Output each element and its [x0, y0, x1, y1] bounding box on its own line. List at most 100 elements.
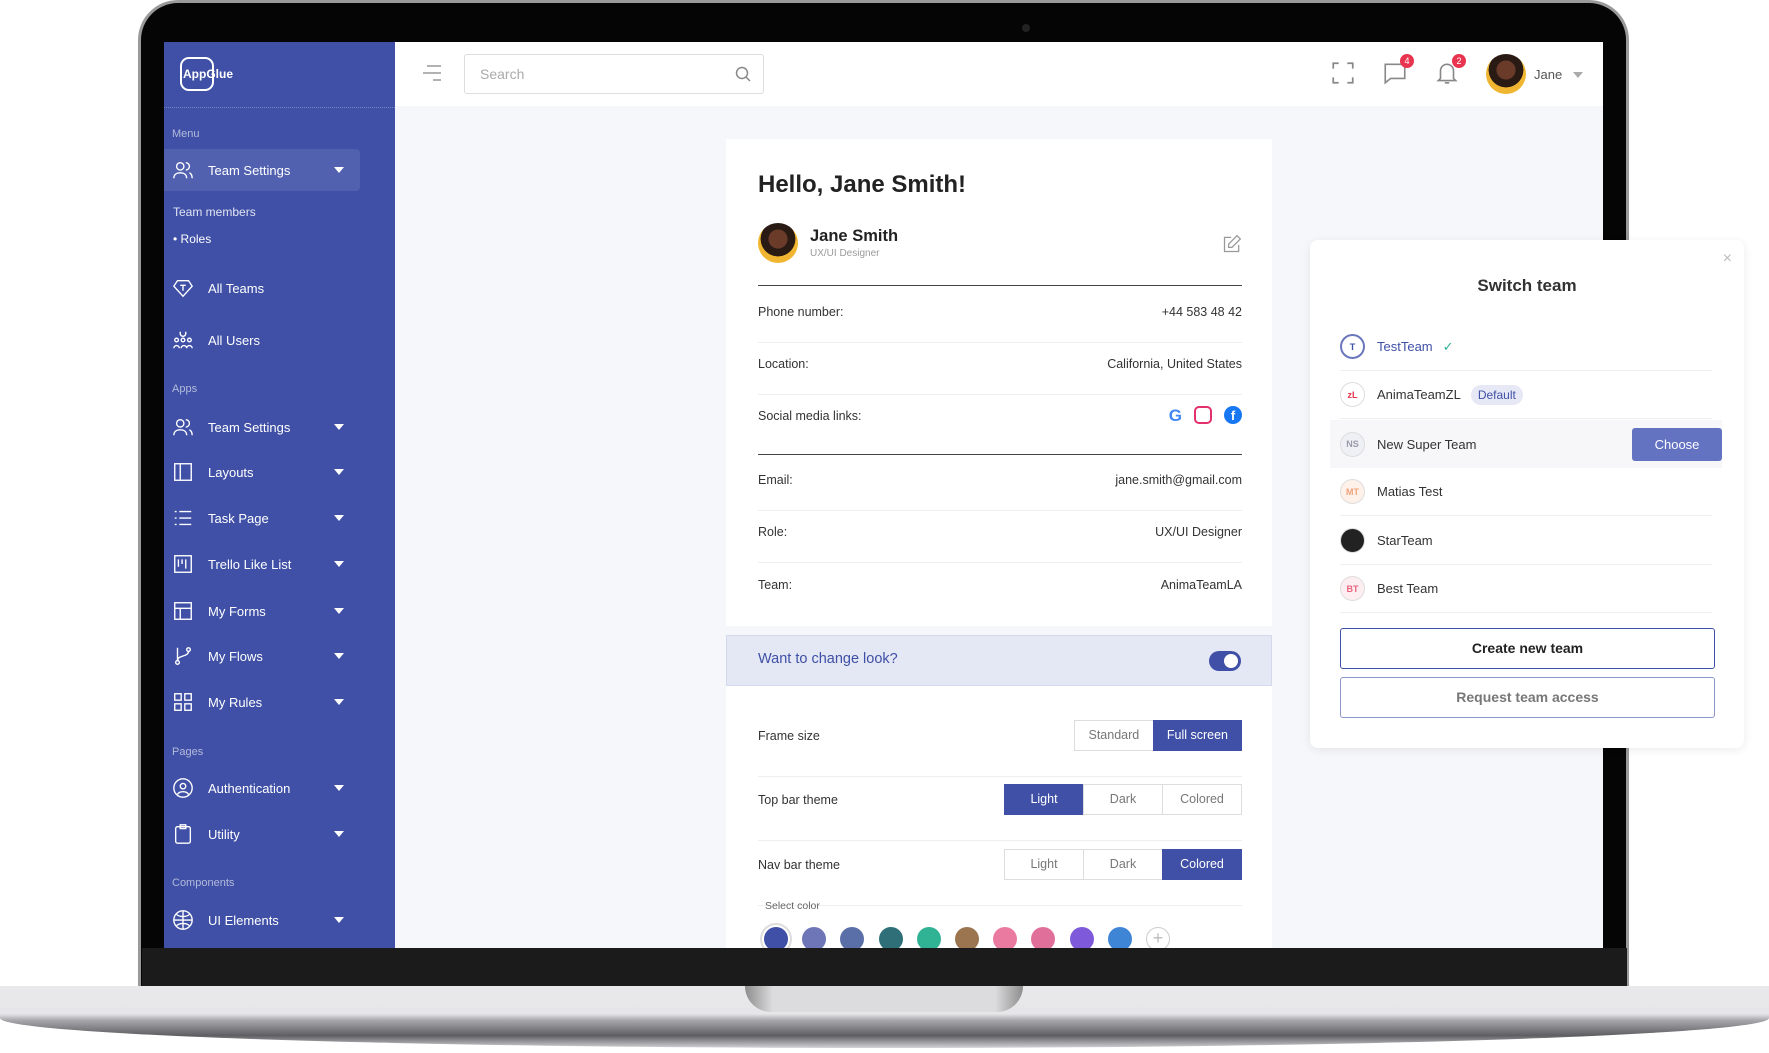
- sidebar-item-ui-elements[interactable]: UI Elements: [164, 899, 360, 941]
- sidebar-item-label: Task Page: [208, 510, 269, 526]
- instagram-icon[interactable]: [1194, 406, 1212, 424]
- divider: [758, 562, 1242, 563]
- team-name: AnimaTeamZL: [1377, 387, 1461, 402]
- color-swatch[interactable]: [764, 927, 788, 948]
- option-colored[interactable]: Colored: [1162, 784, 1242, 815]
- team-avatar: [1340, 528, 1365, 553]
- change-look-label: Want to change look?: [758, 651, 898, 667]
- choose-team-button[interactable]: Choose: [1632, 427, 1722, 461]
- color-swatch[interactable]: [1107, 927, 1132, 948]
- sidebar-item-label: My Forms: [208, 603, 266, 619]
- field-label: Social media links:: [758, 409, 862, 423]
- color-swatch[interactable]: [802, 927, 827, 948]
- submenu-team-members[interactable]: Team members: [173, 205, 256, 219]
- team-row[interactable]: StarTeam: [1340, 517, 1712, 565]
- clipboard-icon: [174, 824, 192, 844]
- nav_bar_theme-button-group: Light Dark Colored: [1004, 849, 1242, 880]
- color-swatch[interactable]: [1069, 927, 1094, 948]
- team-avatar: NS: [1340, 431, 1365, 457]
- field-row: Team: AnimaTeamLA: [758, 575, 1242, 595]
- setting-frame_size: Frame size Standard Full screen: [758, 720, 1242, 751]
- chevron-down-icon: [334, 608, 344, 614]
- option-colored[interactable]: Colored: [1162, 849, 1242, 880]
- color-swatch[interactable]: [916, 927, 941, 948]
- top-bar: Search 4 2 Jane: [395, 42, 1603, 106]
- divider: [164, 107, 395, 108]
- user-circle-icon: [173, 778, 193, 798]
- search-input[interactable]: Search: [464, 54, 764, 94]
- team-row[interactable]: T TestTeam ✓: [1340, 323, 1712, 371]
- sidebar-item-label: Team Settings: [208, 419, 291, 435]
- close-icon[interactable]: ×: [1723, 250, 1732, 268]
- chevron-down-icon: [334, 785, 344, 791]
- option-light[interactable]: Light: [1004, 849, 1084, 880]
- google-icon[interactable]: G: [1169, 406, 1182, 426]
- color-swatch[interactable]: [840, 927, 865, 948]
- sidebar-item-utility[interactable]: Utility: [164, 813, 360, 855]
- users-icon: [173, 161, 193, 179]
- option-standard[interactable]: Standard: [1073, 720, 1154, 751]
- chevron-down-icon: [334, 167, 344, 173]
- sidebar-item-task-page[interactable]: Task Page: [164, 497, 360, 539]
- sidebar-item-label: Team Settings: [208, 162, 291, 178]
- sidebar-item-my-rules[interactable]: My Rules: [164, 681, 360, 723]
- color-swatch[interactable]: [1031, 927, 1056, 948]
- sidebar-item-trello-like-list[interactable]: Trello Like List: [164, 543, 360, 585]
- sidebar-item-authentication[interactable]: Authentication: [164, 767, 360, 809]
- option-dark[interactable]: Dark: [1083, 784, 1163, 815]
- layout-icon: [174, 463, 192, 481]
- user-name[interactable]: Jane: [1534, 67, 1562, 82]
- panel-title: Switch team: [1477, 276, 1577, 295]
- create-team-button[interactable]: Create new team: [1340, 628, 1715, 669]
- divider: [758, 285, 1242, 286]
- facebook-icon[interactable]: f: [1224, 406, 1242, 424]
- divider: [758, 905, 1242, 906]
- notifications-button[interactable]: 2: [1434, 54, 1466, 86]
- logo[interactable]: AppGlue: [180, 57, 233, 91]
- social-links: Gf: [1169, 406, 1242, 426]
- request-access-button[interactable]: Request team access: [1340, 677, 1715, 718]
- add-color-icon[interactable]: +: [1146, 927, 1170, 948]
- team-row[interactable]: zL AnimaTeamZL Default: [1340, 371, 1712, 419]
- submenu-roles[interactable]: • Roles: [173, 232, 211, 246]
- field-row: Location: California, United States: [758, 354, 1242, 374]
- sidebar-item-my-forms[interactable]: My Forms: [164, 590, 360, 632]
- chevron-down-icon[interactable]: [1573, 72, 1583, 78]
- sidebar-item-team-settings[interactable]: Team Settings: [164, 149, 360, 191]
- setting-nav_bar_theme: Nav bar theme Light Dark Colored: [758, 849, 1242, 880]
- option-light[interactable]: Light: [1004, 784, 1084, 815]
- section-components: Components: [172, 877, 235, 889]
- fullscreen-icon[interactable]: [1330, 60, 1356, 86]
- field-label: Email:: [758, 473, 793, 487]
- kanban-icon: [174, 555, 192, 573]
- field-value: jane.smith@gmail.com: [1115, 473, 1242, 487]
- sidebar-item-team-settings[interactable]: Team Settings: [164, 406, 360, 448]
- change-look-toggle[interactable]: [1209, 651, 1241, 671]
- sidebar-item-layouts[interactable]: Layouts: [164, 451, 360, 493]
- color-swatch[interactable]: [878, 927, 903, 948]
- chevron-down-icon: [334, 699, 344, 705]
- color-swatch[interactable]: [955, 927, 979, 948]
- search-icon[interactable]: [735, 66, 751, 82]
- profile-title: UX/UI Designer: [810, 248, 880, 259]
- camera: [1022, 24, 1030, 32]
- team-row[interactable]: NS New Super Team Choose: [1330, 420, 1722, 468]
- sidebar-item-all-users[interactable]: All Users: [164, 319, 360, 361]
- team-name: TestTeam: [1377, 339, 1433, 354]
- color-swatch[interactable]: [993, 927, 1018, 948]
- look-settings: Frame size Standard Full screen Top bar the…: [726, 686, 1272, 948]
- menu-icon[interactable]: [423, 64, 443, 82]
- team-row[interactable]: BT Best Team: [1340, 565, 1712, 613]
- messages-button[interactable]: 4: [1382, 54, 1414, 86]
- option-dark[interactable]: Dark: [1083, 849, 1163, 880]
- user-avatar[interactable]: [1486, 54, 1526, 94]
- team-avatar: T: [1340, 334, 1365, 359]
- option-full-screen[interactable]: Full screen: [1152, 720, 1242, 751]
- grid-icon: [174, 693, 192, 711]
- edit-icon[interactable]: [1222, 234, 1242, 254]
- team-row[interactable]: MT Matias Test: [1340, 468, 1712, 516]
- team-avatar: BT: [1340, 576, 1365, 601]
- sidebar-item-my-flows[interactable]: My Flows: [164, 635, 360, 677]
- field-label: Team:: [758, 578, 793, 592]
- sidebar-item-all-teams[interactable]: All Teams: [164, 267, 360, 309]
